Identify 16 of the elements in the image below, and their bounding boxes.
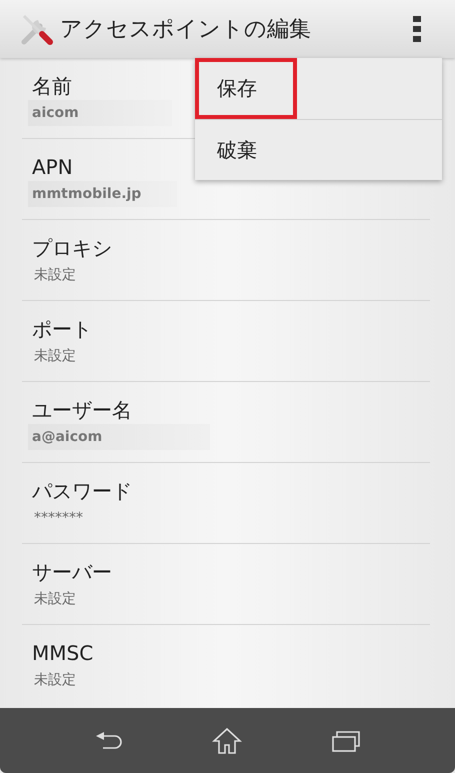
setting-value: 未設定: [33, 671, 76, 690]
setting-label: パスワード: [32, 478, 132, 505]
setting-value: a@aicom: [28, 424, 210, 450]
setting-value: 未設定: [33, 347, 76, 366]
screen-title: アクセスポイントの編集: [60, 16, 312, 44]
setting-label: ポート: [32, 316, 92, 343]
setting-value: mmtmobile.jp: [28, 181, 177, 207]
setting-label: MMSC: [32, 640, 94, 667]
setting-value: 未設定: [33, 266, 76, 285]
setting-label: ユーザー名: [32, 397, 132, 424]
setting-value: 未設定: [33, 590, 76, 609]
setting-label: 名前: [32, 73, 72, 100]
setting-label: サーバー: [32, 559, 112, 586]
setting-label: プロキシ: [32, 235, 112, 262]
setting-label: APN: [32, 154, 73, 181]
setting-value: *******: [33, 509, 83, 528]
